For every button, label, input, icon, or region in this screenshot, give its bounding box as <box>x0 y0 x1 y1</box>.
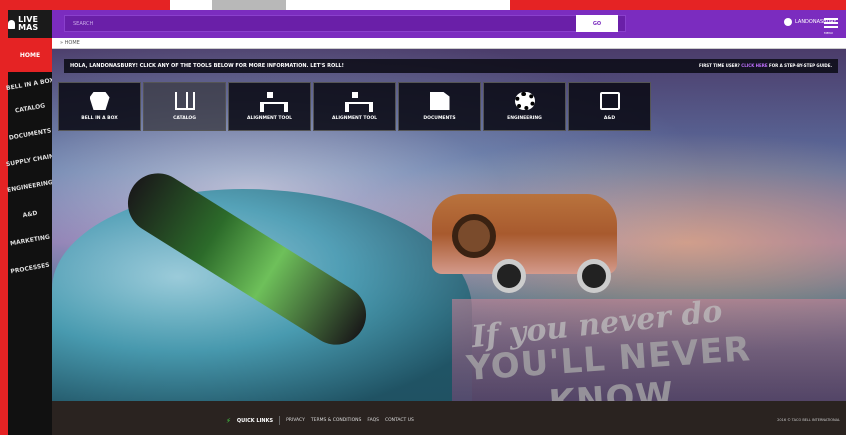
footer-link-terms[interactable]: TERMS & CONDITIONS <box>311 418 362 423</box>
logo[interactable]: LIVE MAS <box>8 10 52 38</box>
search-input[interactable]: SEARCH <box>64 15 626 32</box>
document-icon <box>429 92 450 110</box>
woody-car-image <box>432 154 622 299</box>
welcome-message: HOLA, LANDONASBURY! CLICK ANY OF THE TOO… <box>70 63 344 69</box>
sidebar-item-home[interactable]: HOME <box>8 38 52 72</box>
tool-documents[interactable]: DOCUMENTS <box>398 82 481 131</box>
divider <box>279 416 281 425</box>
tool-bell-in-a-box[interactable]: BELL IN A BOX <box>58 82 141 131</box>
tool-grid: BELL IN A BOX CATALOG ALIGNMENT TOOL ALI… <box>58 82 651 131</box>
org-chart-icon <box>259 92 288 112</box>
tool-alignment-1[interactable]: ALIGNMENT TOOL <box>228 82 311 131</box>
tool-alignment-2[interactable]: ALIGNMENT TOOL <box>313 82 396 131</box>
header: SEARCH GO LANDONASBURY MENU <box>52 10 846 38</box>
browser-top-strip <box>0 0 846 10</box>
top-grey-tab <box>212 0 286 10</box>
tool-engineering[interactable]: ENGINEERING <box>483 82 566 131</box>
breadcrumb: » HOME <box>52 38 846 49</box>
tour-link[interactable]: CLICK HERE <box>741 63 767 68</box>
quick-links-label: QUICK LINKS <box>236 417 274 424</box>
hamburger-menu-icon[interactable] <box>824 18 838 30</box>
breadcrumb-home[interactable]: » HOME <box>60 40 80 46</box>
logo-text: LIVE MAS <box>18 15 39 32</box>
box-icon <box>89 92 110 110</box>
lightning-icon: ⚡ <box>226 416 231 425</box>
footer-link-faqs[interactable]: FAQS <box>367 418 379 423</box>
hero-banner: If you never do YOU'LL NEVER KNOW HOLA, … <box>52 49 846 401</box>
footer: ⚡ QUICK LINKS PRIVACY TERMS & CONDITIONS… <box>52 401 846 435</box>
bell-logo-icon <box>8 19 16 29</box>
engineering-gear-icon <box>514 92 535 110</box>
footer-link-contact[interactable]: CONTACT US <box>385 418 414 423</box>
book-icon <box>174 92 195 110</box>
welcome-bar: HOLA, LANDONASBURY! CLICK ANY OF THE TOO… <box>64 59 838 73</box>
search-button[interactable]: GO <box>576 15 618 32</box>
tour-prompt: FIRST TIME USER? CLICK HERE FOR A STEP-B… <box>698 63 832 68</box>
tool-a-and-d[interactable]: A&D <box>568 82 651 131</box>
avatar <box>784 18 792 26</box>
org-chart-icon <box>344 92 373 112</box>
footer-links: ⚡ QUICK LINKS PRIVACY TERMS & CONDITIONS… <box>226 416 414 425</box>
copyright: 2016 © TACO BELL INTERNATIONAL <box>777 418 840 422</box>
menu-label: MENU <box>824 31 833 35</box>
tool-catalog[interactable]: CATALOG <box>143 82 226 131</box>
footer-link-privacy[interactable]: PRIVACY <box>286 418 305 423</box>
device-icon <box>599 92 620 110</box>
